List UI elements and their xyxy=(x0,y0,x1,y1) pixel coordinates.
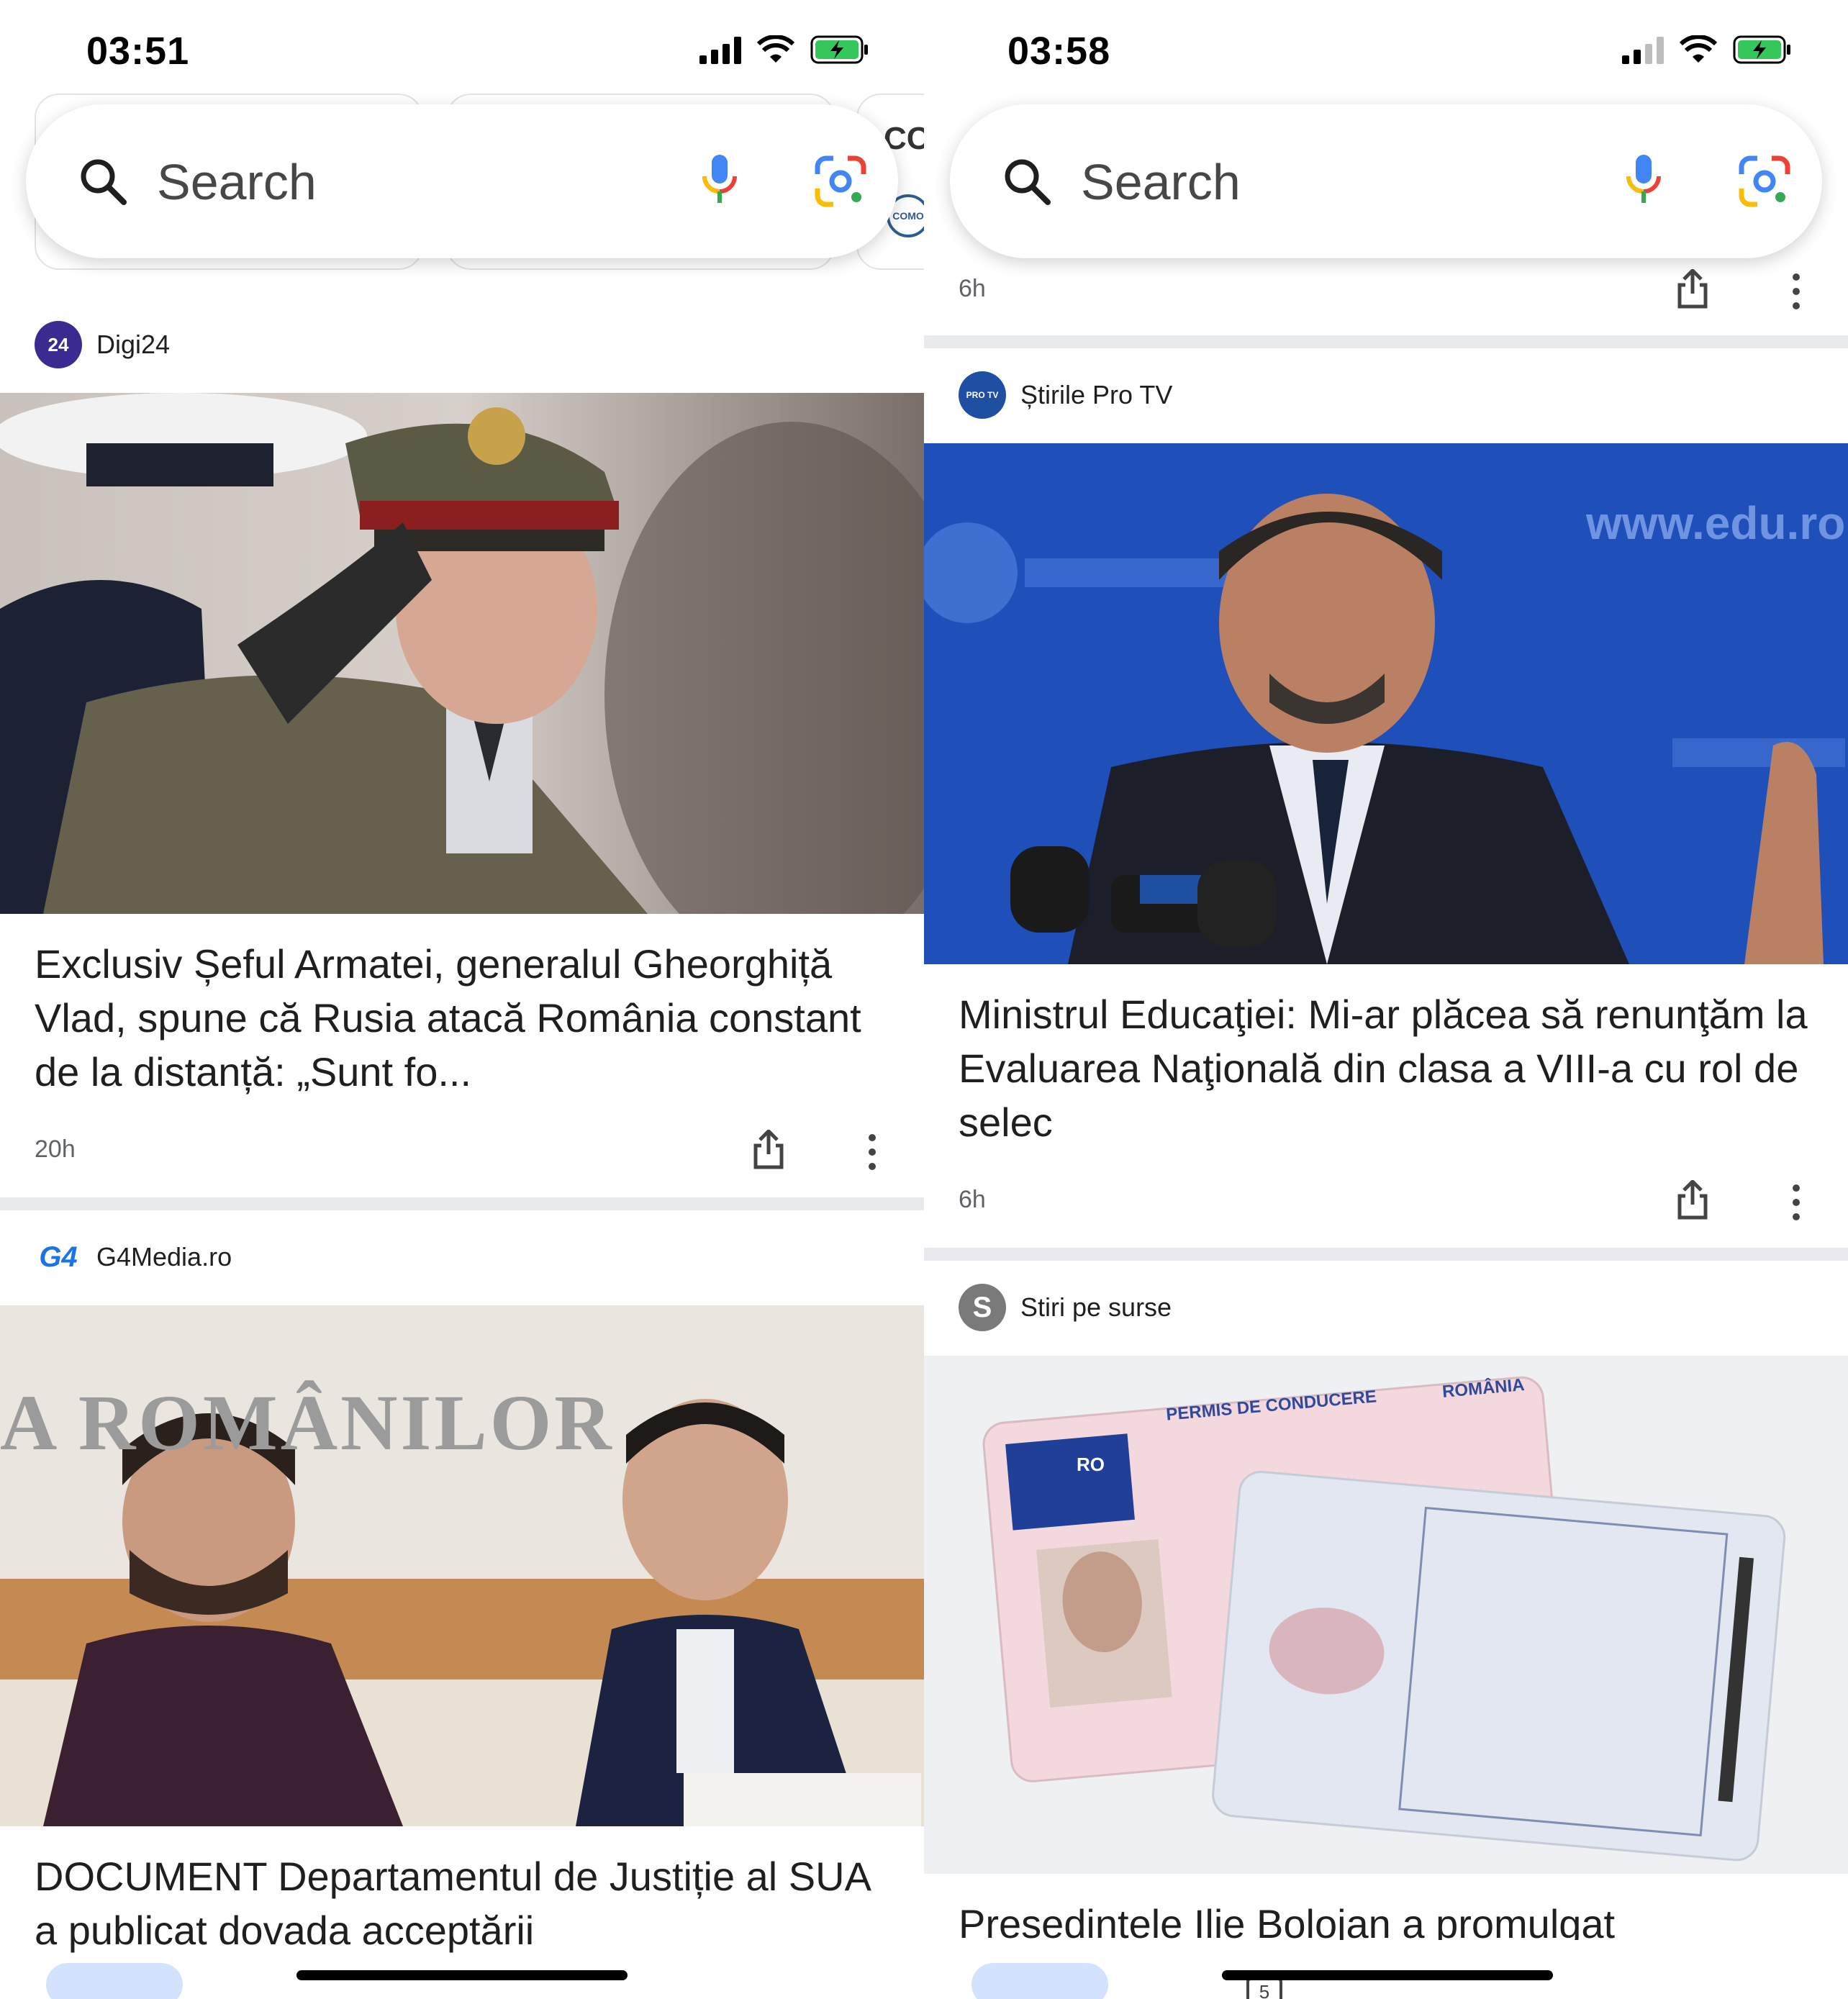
status-time: 03:58 xyxy=(1007,30,1111,73)
nav-home-tab[interactable] xyxy=(46,1963,183,1999)
battery-charging-icon xyxy=(810,35,868,64)
share-icon[interactable] xyxy=(1675,269,1710,309)
g4media-logo: G4 xyxy=(39,1241,78,1273)
source-name: Știrile Pro TV xyxy=(1020,380,1173,409)
general-saluting-photo xyxy=(0,393,924,914)
source-name: Stiri pe surse xyxy=(1020,1292,1172,1322)
status-time: 03:51 xyxy=(86,30,190,73)
article-age: 20h xyxy=(35,1136,76,1163)
nav-home-tab[interactable] xyxy=(971,1963,1108,1999)
search-placeholder: Search xyxy=(1081,154,1241,210)
cellular-signal-icon xyxy=(699,35,741,64)
battery-charging-icon xyxy=(1733,35,1790,64)
card-divider xyxy=(924,335,1848,348)
search-bar[interactable]: Search xyxy=(950,104,1822,258)
tabs-count-icon[interactable]: 5 xyxy=(1246,1977,1282,1999)
license-flag-text: RO xyxy=(1077,1454,1105,1475)
source-line[interactable]: 24 Digi24 xyxy=(35,321,170,368)
source-name: G4Media.ro xyxy=(96,1242,232,1272)
search-icon xyxy=(81,159,127,205)
wifi-icon xyxy=(757,35,794,63)
article-image[interactable]: www.edu.ro xyxy=(924,443,1848,964)
search-placeholder: Search xyxy=(157,154,317,210)
backdrop-text: www.edu.ro xyxy=(1586,497,1846,549)
share-icon[interactable] xyxy=(1675,1180,1710,1220)
article-headline[interactable]: Exclusiv Șeful Armatei, generalul Gheorg… xyxy=(35,937,898,1099)
more-options-icon[interactable] xyxy=(866,1134,878,1170)
home-indicator xyxy=(296,1970,628,1980)
card-divider xyxy=(0,1197,924,1210)
source-name: Digi24 xyxy=(96,330,171,359)
article-image[interactable] xyxy=(0,393,924,914)
google-lens-icon[interactable] xyxy=(813,154,868,209)
card-divider xyxy=(924,1248,1848,1261)
more-options-icon[interactable] xyxy=(1790,1184,1802,1220)
google-lens-icon[interactable] xyxy=(1737,154,1792,209)
stiripesurse-logo: S xyxy=(959,1284,1006,1331)
cellular-signal-icon xyxy=(1622,35,1664,64)
more-options-icon[interactable] xyxy=(1790,273,1802,309)
source-line[interactable]: G4 G4Media.ro xyxy=(35,1233,232,1281)
driving-license-photo xyxy=(924,1356,1848,1874)
wifi-icon xyxy=(1680,35,1717,63)
search-icon xyxy=(1005,159,1051,205)
digi24-logo: 24 xyxy=(35,321,82,368)
source-line[interactable]: S Stiri pe surse xyxy=(959,1284,1172,1331)
article-headline[interactable]: DOCUMENT Departamentul de Justiție al SU… xyxy=(35,1849,898,1957)
protv-logo: PRO TV xyxy=(959,371,1006,419)
status-icons xyxy=(699,35,869,65)
source-line[interactable]: PRO TV Știrile Pro TV xyxy=(959,371,1172,419)
search-bar[interactable]: Search xyxy=(26,104,898,258)
microphone-icon[interactable] xyxy=(1622,152,1665,209)
article-age: 6h xyxy=(959,275,986,302)
article-age: 6h xyxy=(959,1186,986,1213)
backdrop-text: A ROMÂNILOR xyxy=(0,1379,615,1467)
home-indicator xyxy=(1222,1970,1553,1980)
article-image[interactable]: RO PERMIS DE CONDUCERE ROMÂNIA xyxy=(924,1356,1848,1874)
share-icon[interactable] xyxy=(751,1130,786,1170)
article-image[interactable]: A ROMÂNILOR xyxy=(0,1305,924,1826)
microphone-icon[interactable] xyxy=(698,152,741,209)
status-icons xyxy=(1622,35,1792,65)
left-screen: 03:51 CC COMO Search 24 Digi24 Exclusiv … xyxy=(0,0,924,1999)
article-headline[interactable]: Ministrul Educaţiei: Mi-ar plăcea să ren… xyxy=(959,987,1822,1149)
right-screen: 03:58 Search 6h PRO TV Știrile Pro TV ww… xyxy=(924,0,1848,1999)
article-headline[interactable]: Presedintele Ilie Bolojan a promulgat xyxy=(959,1897,1822,1940)
